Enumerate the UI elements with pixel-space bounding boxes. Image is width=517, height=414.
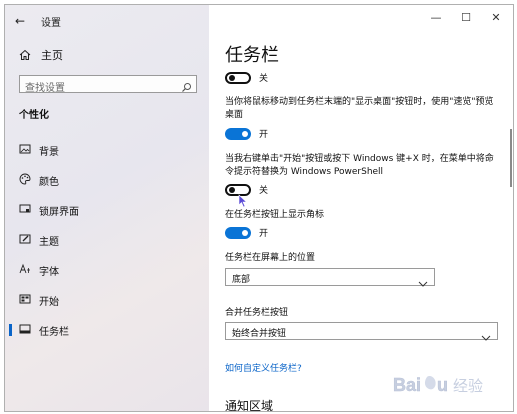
brush-icon bbox=[19, 233, 31, 247]
sidebar-item-label: 任务栏 bbox=[39, 327, 69, 338]
lockscreen-icon bbox=[19, 203, 31, 217]
toggle-peek[interactable]: 开 bbox=[225, 127, 268, 140]
chevron-down-icon bbox=[418, 273, 428, 292]
combine-dropdown[interactable]: 始终合并按钮 bbox=[225, 322, 498, 341]
sidebar-item-label: 背景 bbox=[39, 147, 59, 158]
position-dropdown[interactable]: 底部 bbox=[225, 268, 435, 287]
toggle-state-label: 开 bbox=[259, 130, 269, 140]
section-heading-personalization: 个性化 bbox=[19, 110, 49, 121]
start-icon bbox=[19, 293, 31, 307]
customize-taskbar-link[interactable]: 如何自定义任务栏? bbox=[225, 361, 302, 374]
main-content: — ☐ ✕ 任务栏 关 当你将鼠标移动到任务栏末端的"显示桌面"按钮时，使用"速… bbox=[209, 5, 513, 411]
toggle-switch[interactable] bbox=[225, 71, 251, 84]
minimize-button[interactable]: — bbox=[429, 11, 443, 25]
svg-text:u: u bbox=[437, 375, 448, 395]
powershell-description: 当我右键单击"开始"按钮或按下 Windows 键+X 时，在菜单中将命令提示符… bbox=[225, 154, 494, 177]
maximize-button[interactable]: ☐ bbox=[459, 11, 473, 25]
app-title: 设置 bbox=[41, 17, 61, 29]
toggle-state-label: 开 bbox=[259, 229, 269, 239]
taskbar-icon bbox=[19, 323, 31, 337]
sidebar-item-label: 主题 bbox=[39, 237, 59, 248]
palette-icon bbox=[19, 173, 31, 187]
position-value: 底部 bbox=[232, 275, 251, 285]
toggle-lock-taskbar[interactable]: 关 bbox=[225, 71, 268, 84]
sidebar-item-colors[interactable]: 颜色 bbox=[5, 169, 209, 191]
chevron-down-icon bbox=[481, 327, 491, 346]
home-nav-item[interactable]: 主页 bbox=[19, 47, 63, 63]
sidebar-item-background[interactable]: 背景 bbox=[5, 139, 209, 161]
sidebar-item-label: 字体 bbox=[39, 267, 59, 278]
toggle-switch[interactable] bbox=[225, 226, 251, 239]
picture-icon bbox=[19, 143, 31, 157]
home-icon bbox=[19, 49, 31, 61]
back-arrow-icon[interactable]: ← bbox=[15, 14, 33, 28]
position-label: 任务栏在屏幕上的位置 bbox=[225, 253, 316, 263]
sidebar-item-taskbar[interactable]: 任务栏 bbox=[5, 319, 209, 341]
font-icon bbox=[19, 263, 31, 277]
search-box[interactable] bbox=[19, 75, 197, 97]
search-input[interactable] bbox=[20, 80, 175, 97]
sidebar-item-label: 锁屏界面 bbox=[39, 207, 79, 218]
scrollbar[interactable] bbox=[510, 129, 512, 187]
home-label: 主页 bbox=[41, 49, 63, 62]
sidebar-item-start[interactable]: 开始 bbox=[5, 289, 209, 311]
toggle-state-label: 关 bbox=[259, 186, 269, 196]
combine-value: 始终合并按钮 bbox=[232, 329, 287, 339]
sidebar-item-fonts[interactable]: 字体 bbox=[5, 259, 209, 281]
toggle-badges[interactable]: 开 bbox=[225, 226, 268, 239]
sidebar-item-label: 颜色 bbox=[39, 177, 59, 188]
toggle-state-label: 关 bbox=[259, 74, 269, 84]
sidebar: ← 设置 主页 个性化 背景 颜色 bbox=[5, 5, 209, 411]
sidebar-item-themes[interactable]: 主题 bbox=[5, 229, 209, 251]
settings-window: ← 设置 主页 个性化 背景 颜色 bbox=[4, 4, 514, 412]
window-controls: — ☐ ✕ bbox=[209, 5, 513, 33]
notification-area-heading: 通知区域 bbox=[225, 399, 274, 412]
svg-text:经验: 经验 bbox=[453, 377, 483, 395]
peek-description: 当你将鼠标移动到任务栏末端的"显示桌面"按钮时，使用"速览"预览桌面 bbox=[225, 97, 494, 120]
svg-text:Bai: Bai bbox=[393, 375, 421, 395]
sidebar-item-label: 开始 bbox=[39, 297, 59, 308]
baidu-watermark-logo: Bai u 经验 bbox=[391, 371, 501, 405]
toggle-switch[interactable] bbox=[225, 127, 251, 140]
page-title: 任务栏 bbox=[225, 45, 279, 66]
close-button[interactable]: ✕ bbox=[489, 11, 503, 25]
titlebar-left: ← 设置 bbox=[15, 13, 61, 29]
combine-label: 合并任务栏按钮 bbox=[225, 308, 289, 318]
search-icon[interactable] bbox=[181, 78, 192, 97]
sidebar-item-lockscreen[interactable]: 锁屏界面 bbox=[5, 199, 209, 221]
badges-label: 在任务栏按钮上显示角标 bbox=[225, 210, 325, 220]
